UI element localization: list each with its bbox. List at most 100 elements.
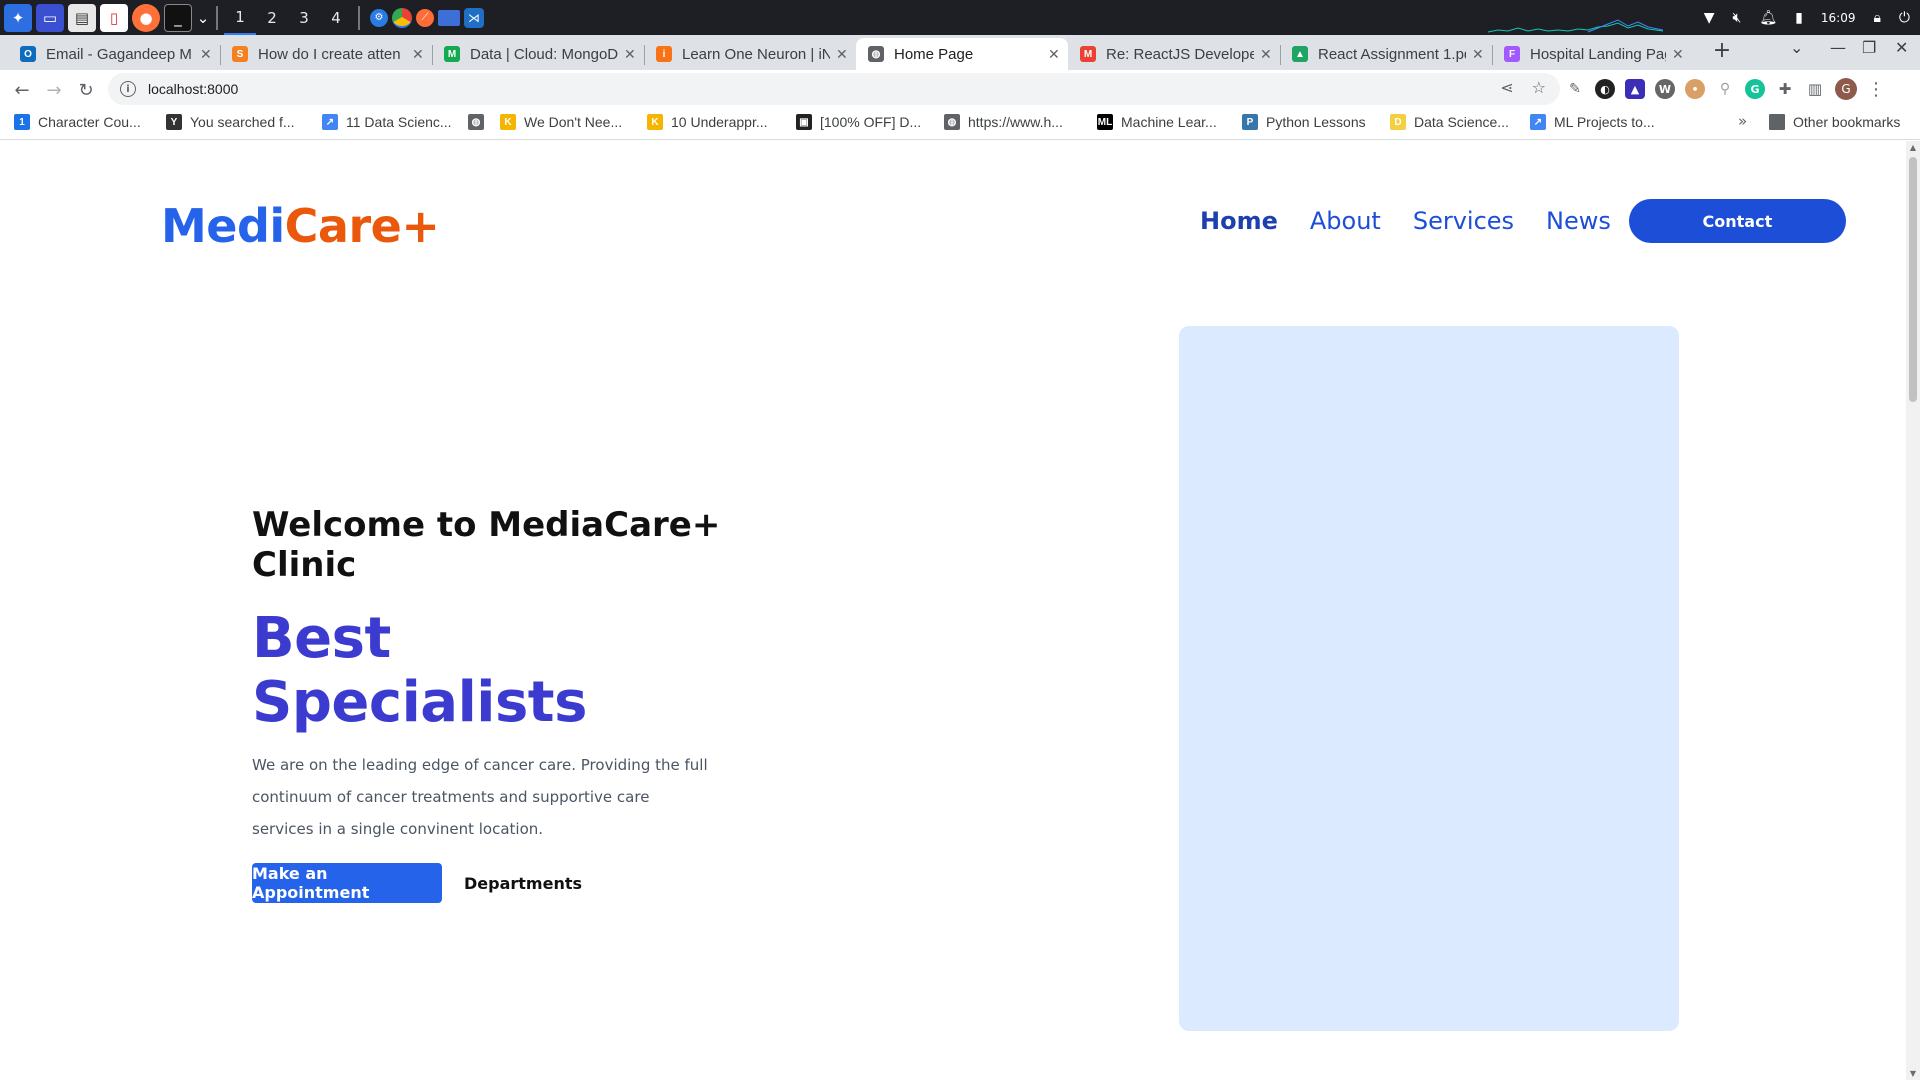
workspace-3[interactable]: 3 bbox=[288, 0, 320, 35]
hero-title: Best Specialists bbox=[252, 606, 587, 735]
new-tab-button[interactable]: + bbox=[1710, 38, 1734, 63]
magnifier-extension-icon[interactable]: ⚲ bbox=[1715, 79, 1735, 99]
scrollbar-thumb[interactable] bbox=[1909, 157, 1917, 402]
browser-tab[interactable]: ◍ Home Page ✕ bbox=[856, 38, 1068, 70]
bookmark-item[interactable]: K 10 Underappr... bbox=[647, 114, 768, 130]
minimize-icon[interactable]: — bbox=[1830, 38, 1846, 57]
bell-icon[interactable]: 🔔︎ bbox=[1759, 10, 1777, 26]
site-logo[interactable]: MediCare+ bbox=[161, 199, 440, 253]
scroll-up-icon[interactable]: ▲ bbox=[1909, 143, 1917, 152]
clock[interactable]: 16:09 bbox=[1821, 11, 1856, 25]
workspace-1[interactable]: 1 bbox=[224, 0, 256, 35]
bookmark-item[interactable]: Y You searched f... bbox=[166, 114, 295, 130]
document-viewer-icon[interactable]: ▯ bbox=[100, 3, 128, 32]
bookmark-item[interactable]: ◍ https://www.h... bbox=[944, 114, 1063, 130]
bookmark-item[interactable]: ↗ ML Projects to... bbox=[1530, 114, 1655, 130]
lock-icon[interactable]: 🔒︎ bbox=[1873, 10, 1880, 26]
nav-home[interactable]: Home bbox=[1200, 207, 1278, 235]
nav-about[interactable]: About bbox=[1310, 207, 1381, 235]
bookmarks-overflow-icon[interactable]: » bbox=[1738, 112, 1747, 130]
hero-actions: Make an Appointment Departments bbox=[252, 863, 722, 903]
bookmark-item[interactable]: ML Machine Lear... bbox=[1097, 114, 1217, 130]
browser-tab[interactable]: M Data | Cloud: MongoD ✕ bbox=[432, 38, 644, 70]
bookmark-web-icon: ◍ bbox=[944, 114, 960, 130]
bookmark-label: You searched f... bbox=[190, 114, 295, 130]
browser-tab[interactable]: F Hospital Landing Pag ✕ bbox=[1492, 38, 1692, 70]
maximize-icon[interactable]: ❐ bbox=[1862, 38, 1876, 57]
eyedropper-extension-icon[interactable]: ✎ bbox=[1565, 79, 1585, 99]
workspace-4[interactable]: 4 bbox=[320, 0, 352, 35]
tab-title: Email - Gagandeep M bbox=[46, 45, 192, 63]
tab-search-icon[interactable]: ⌄ bbox=[1790, 38, 1803, 57]
close-window-icon[interactable]: ✕ bbox=[1895, 38, 1908, 57]
close-tab-icon[interactable]: ✕ bbox=[200, 46, 212, 63]
browser-tab[interactable]: S How do I create atten ✕ bbox=[220, 38, 432, 70]
profile-avatar[interactable]: G bbox=[1835, 78, 1857, 100]
extension-dark-icon[interactable]: ◐ bbox=[1595, 79, 1615, 99]
grammarly-extension-icon[interactable]: G bbox=[1745, 79, 1765, 99]
site-info-icon[interactable]: i bbox=[120, 81, 136, 97]
wordpress-extension-icon[interactable]: W bbox=[1655, 79, 1675, 99]
browser-tab[interactable]: O Email - Gagandeep M ✕ bbox=[8, 38, 220, 70]
departments-link[interactable]: Departments bbox=[464, 874, 582, 893]
close-tab-icon[interactable]: ✕ bbox=[412, 46, 424, 63]
bookmark-item[interactable]: P Python Lessons bbox=[1242, 114, 1366, 130]
bookmark-item[interactable]: ↗ 11 Data Scienc... bbox=[322, 114, 452, 130]
back-icon[interactable]: ← bbox=[10, 78, 34, 102]
browser-tab[interactable]: M Re: ReactJS Developer ✕ bbox=[1068, 38, 1280, 70]
bookmark-label: Data Science... bbox=[1414, 114, 1509, 130]
share-icon[interactable]: ⋖ bbox=[1500, 78, 1513, 97]
postman-icon[interactable]: ⟋ bbox=[416, 8, 434, 27]
vscode-icon[interactable]: ⋊ bbox=[464, 7, 484, 28]
extension-graduation-icon[interactable]: ▲ bbox=[1625, 79, 1645, 99]
scroll-down-icon[interactable]: ▼ bbox=[1909, 1069, 1917, 1078]
bookmark-item[interactable]: D Data Science... bbox=[1390, 114, 1509, 130]
side-panel-icon[interactable]: ▥ bbox=[1805, 79, 1825, 99]
cookie-extension-icon[interactable]: • bbox=[1685, 79, 1705, 99]
make-appointment-button[interactable]: Make an Appointment bbox=[252, 863, 442, 903]
address-bar[interactable]: i localhost:8000 ⋖ ☆ bbox=[108, 73, 1560, 105]
desktop-icon[interactable]: ▭ bbox=[36, 3, 64, 32]
bookmark-item[interactable]: ▣ [100% OFF] D... bbox=[796, 114, 921, 130]
other-bookmarks-folder[interactable]: Other bookmarks bbox=[1769, 114, 1900, 130]
close-tab-icon[interactable]: ✕ bbox=[1260, 46, 1272, 63]
terminal-icon[interactable]: _ bbox=[164, 3, 192, 32]
address-bar-url[interactable]: localhost:8000 bbox=[148, 81, 238, 97]
chrome-settings-icon[interactable]: ⚙ bbox=[370, 8, 388, 27]
stackoverflow-icon: S bbox=[232, 46, 248, 62]
chrome-icon[interactable] bbox=[392, 7, 412, 28]
bookmark-label: Character Cou... bbox=[38, 114, 141, 130]
bookmark-item[interactable]: 1 Character Cou... bbox=[14, 114, 141, 130]
puzzle-extensions-icon[interactable]: ✚ bbox=[1775, 79, 1795, 99]
app-launcher-icon[interactable]: ✦ bbox=[4, 3, 32, 32]
chevron-down-icon[interactable]: ⌄ bbox=[196, 4, 210, 32]
bookmark-star-icon[interactable]: ☆ bbox=[1532, 78, 1546, 97]
folder-icon[interactable] bbox=[438, 9, 460, 26]
bookmark-python-icon: P bbox=[1242, 114, 1258, 130]
close-tab-icon[interactable]: ✕ bbox=[1672, 46, 1684, 63]
power-icon[interactable]: ⏻ bbox=[1899, 10, 1910, 26]
nav-news[interactable]: News bbox=[1546, 207, 1611, 235]
close-tab-icon[interactable]: ✕ bbox=[1048, 46, 1060, 63]
file-manager-icon[interactable]: ▤ bbox=[68, 3, 96, 32]
more-menu-icon[interactable]: ⋮ bbox=[1867, 79, 1885, 100]
nav-services[interactable]: Services bbox=[1413, 207, 1514, 235]
forward-icon[interactable]: → bbox=[42, 78, 66, 102]
close-tab-icon[interactable]: ✕ bbox=[624, 46, 636, 63]
close-tab-icon[interactable]: ✕ bbox=[1472, 46, 1484, 63]
contact-button[interactable]: Contact bbox=[1628, 199, 1846, 243]
taskbar-separator bbox=[216, 5, 218, 30]
battery-icon[interactable]: ▮ bbox=[1795, 10, 1803, 26]
browser-tab[interactable]: ▲ React Assignment 1.pd ✕ bbox=[1280, 38, 1492, 70]
firefox-icon[interactable]: ● bbox=[132, 3, 160, 32]
logo-medi: Medi bbox=[161, 199, 285, 253]
wifi-icon[interactable]: ▼ bbox=[1704, 10, 1715, 26]
bookmark-item[interactable]: K We Don't Nee... bbox=[500, 114, 622, 130]
workspace-2[interactable]: 2 bbox=[256, 0, 288, 35]
bookmark-item[interactable]: ◍ bbox=[468, 114, 492, 130]
page-scrollbar[interactable]: ▲ ▼ bbox=[1906, 141, 1920, 1080]
close-tab-icon[interactable]: ✕ bbox=[836, 46, 848, 63]
volume-muted-icon[interactable]: 🔇︎ bbox=[1733, 10, 1742, 26]
browser-tab[interactable]: i Learn One Neuron | iN ✕ bbox=[644, 38, 856, 70]
reload-icon[interactable]: ↻ bbox=[74, 78, 98, 102]
